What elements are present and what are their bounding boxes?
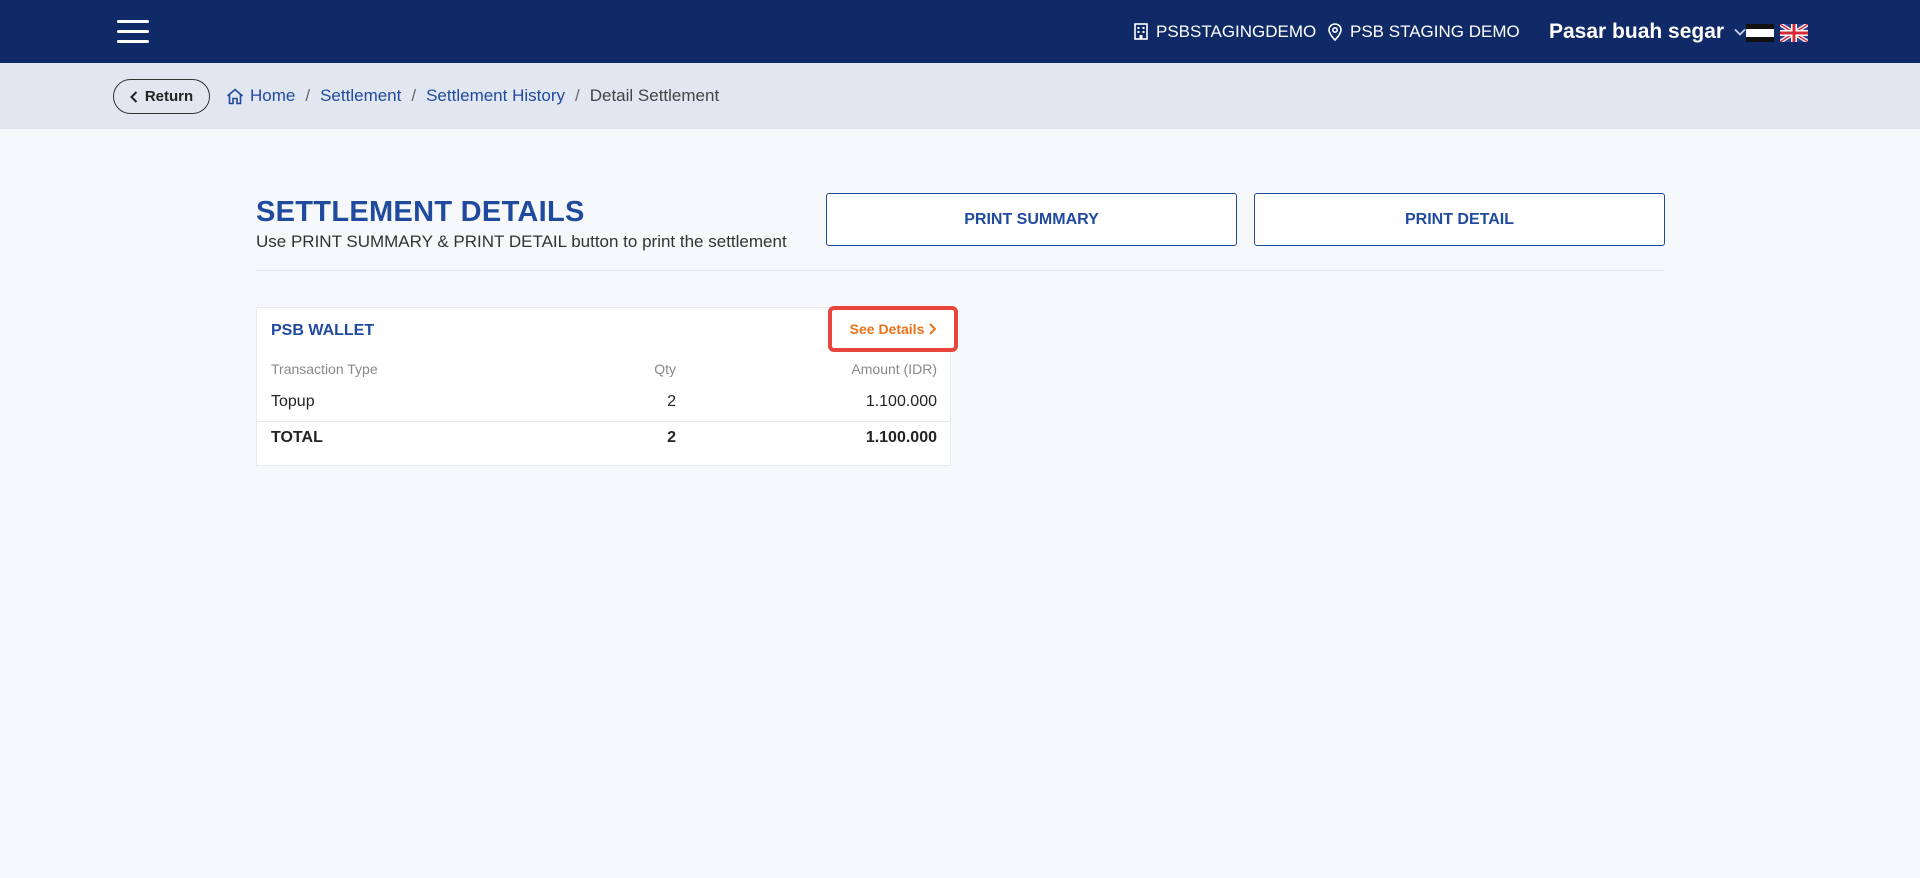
- see-details-label: See Details: [849, 321, 925, 337]
- flag-en-icon[interactable]: [1780, 24, 1808, 42]
- store-name: Pasar buah segar: [1549, 19, 1725, 43]
- location-text: PSB STAGING DEMO: [1350, 21, 1520, 41]
- breadcrumb-bar: Return Home / Settlement / Settlement Hi…: [0, 63, 1920, 129]
- chevron-down-icon: [1734, 28, 1746, 36]
- row-qty: 2: [667, 393, 676, 410]
- page-subtitle: Use PRINT SUMMARY & PRINT DETAIL button …: [256, 232, 787, 251]
- print-detail-button[interactable]: PRINT DETAIL: [1254, 193, 1665, 246]
- breadcrumb-home[interactable]: Home: [226, 86, 295, 106]
- breadcrumb-separator: /: [574, 86, 580, 105]
- home-icon: [226, 87, 244, 104]
- return-button[interactable]: Return: [113, 79, 210, 114]
- column-header-transaction-type: Transaction Type: [271, 361, 378, 377]
- merchant-id-indicator: PSBSTAGINGDEMO: [1134, 0, 1316, 63]
- column-header-qty: Qty: [654, 361, 676, 377]
- breadcrumb-separator: /: [411, 86, 417, 105]
- menu-icon[interactable]: [117, 18, 149, 44]
- merchant-id-text: PSBSTAGINGDEMO: [1156, 21, 1317, 41]
- breadcrumb-settlement[interactable]: Settlement: [320, 86, 401, 106]
- total-amount: 1.100.000: [865, 429, 937, 446]
- map-pin-icon: [1328, 22, 1342, 41]
- column-header-amount: Amount (IDR): [851, 361, 937, 377]
- chevron-right-icon: [929, 323, 937, 335]
- psb-wallet-card: PSB WALLET See Details Transaction Type …: [256, 306, 958, 466]
- top-navbar: PSBSTAGINGDEMO PSB STAGING DEMO Pasar bu…: [0, 0, 1920, 63]
- row-transaction-type: Topup: [271, 393, 315, 410]
- return-label: Return: [144, 88, 194, 105]
- total-qty: 2: [667, 429, 676, 446]
- row-amount: 1.100.000: [865, 393, 937, 410]
- page-title: SETTLEMENT DETAILS: [256, 196, 585, 228]
- print-summary-button[interactable]: PRINT SUMMARY: [826, 193, 1237, 246]
- breadcrumb-current: Detail Settlement: [589, 86, 720, 105]
- breadcrumb-separator: /: [305, 86, 311, 105]
- building-icon: [1134, 23, 1148, 40]
- card-title: PSB WALLET: [271, 322, 375, 339]
- chevron-left-icon: [129, 90, 138, 103]
- location-indicator: PSB STAGING DEMO: [1328, 0, 1520, 63]
- table-divider: [257, 421, 950, 422]
- breadcrumb: Home / Settlement / Settlement History /…: [226, 63, 719, 129]
- breadcrumb-settlement-history[interactable]: Settlement History: [426, 86, 565, 106]
- breadcrumb-home-label: Home: [250, 86, 296, 105]
- section-divider: [256, 270, 1664, 271]
- store-selector[interactable]: Pasar buah segar: [1549, 0, 1754, 63]
- flag-id-icon[interactable]: [1746, 24, 1774, 42]
- see-details-button[interactable]: See Details: [828, 306, 958, 352]
- total-label: TOTAL: [271, 429, 323, 446]
